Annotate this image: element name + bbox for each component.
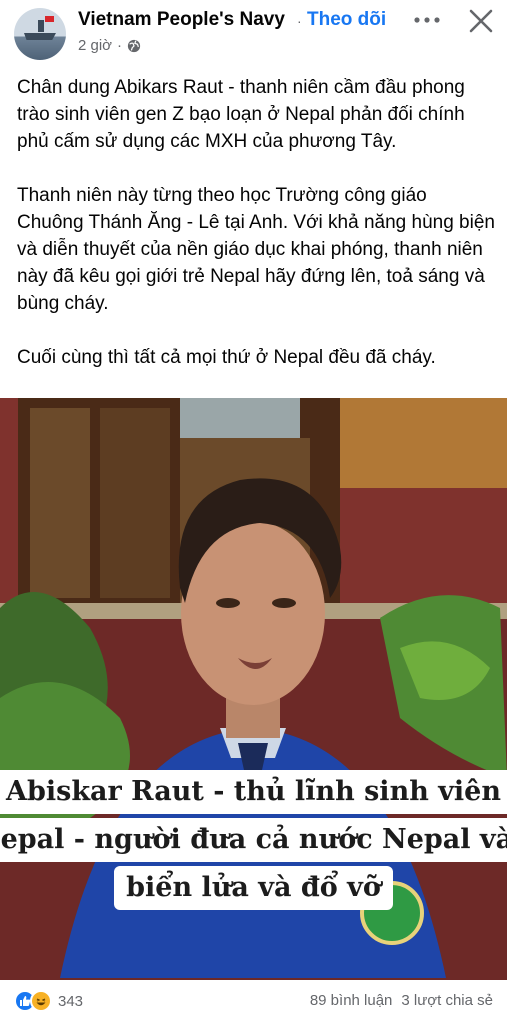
more-options-button[interactable] xyxy=(410,8,444,32)
avatar-flag xyxy=(45,16,54,22)
avatar-mast xyxy=(38,20,44,32)
post-paragraph: Cuối cùng thì tất cả mọi thứ ở Nepal đều… xyxy=(17,347,436,368)
caption-text: biển lửa và đổ vỡ xyxy=(114,866,393,910)
engagement-stats: 89 bình luận 3 lượt chia sẻ xyxy=(310,992,493,1009)
post-footer: 343 89 bình luận 3 lượt chia sẻ xyxy=(0,982,507,1024)
caption-text: Abiskar Raut - thủ lĩnh sinh viên xyxy=(0,770,507,814)
follow-button[interactable]: Theo dõi xyxy=(307,9,386,31)
post-photo[interactable]: Abiskar Raut - thủ lĩnh sinh viên Nepal … xyxy=(0,398,507,980)
page-avatar[interactable] xyxy=(14,8,66,60)
photo-caption-line: Nepal - người đưa cả nước Nepal vào xyxy=(0,818,507,862)
post-header: Vietnam People's Navy · Theo dõi 2 giờ · xyxy=(0,0,507,64)
photo-caption-line: Abiskar Raut - thủ lĩnh sinh viên xyxy=(0,770,507,814)
post-body: Chân dung Abikars Raut - thanh niên cầm … xyxy=(17,74,497,371)
close-icon xyxy=(469,9,493,33)
close-button[interactable] xyxy=(464,4,498,38)
share-count[interactable]: 3 lượt chia sẻ xyxy=(401,992,493,1009)
reaction-count: 343 xyxy=(58,992,84,1010)
globe-icon xyxy=(127,39,141,52)
reaction-summary[interactable]: 343 xyxy=(14,990,83,1012)
comment-count[interactable]: 89 bình luận xyxy=(310,992,393,1009)
post-paragraph: Thanh niên này từng theo học Trường công… xyxy=(17,185,495,314)
page-name[interactable]: Vietnam People's Navy xyxy=(78,9,285,31)
post-meta: 2 giờ · xyxy=(78,37,141,54)
more-dots-icon xyxy=(414,17,440,23)
caption-text: Nepal - người đưa cả nước Nepal vào xyxy=(0,818,507,862)
post-paragraph: Chân dung Abikars Raut - thanh niên cầm … xyxy=(17,77,465,152)
post-time[interactable]: 2 giờ xyxy=(78,37,112,54)
photo-caption-line: biển lửa và đổ vỡ xyxy=(0,866,507,910)
header-separator: · xyxy=(297,13,302,29)
meta-separator: · xyxy=(117,37,123,54)
haha-icon xyxy=(30,990,52,1012)
